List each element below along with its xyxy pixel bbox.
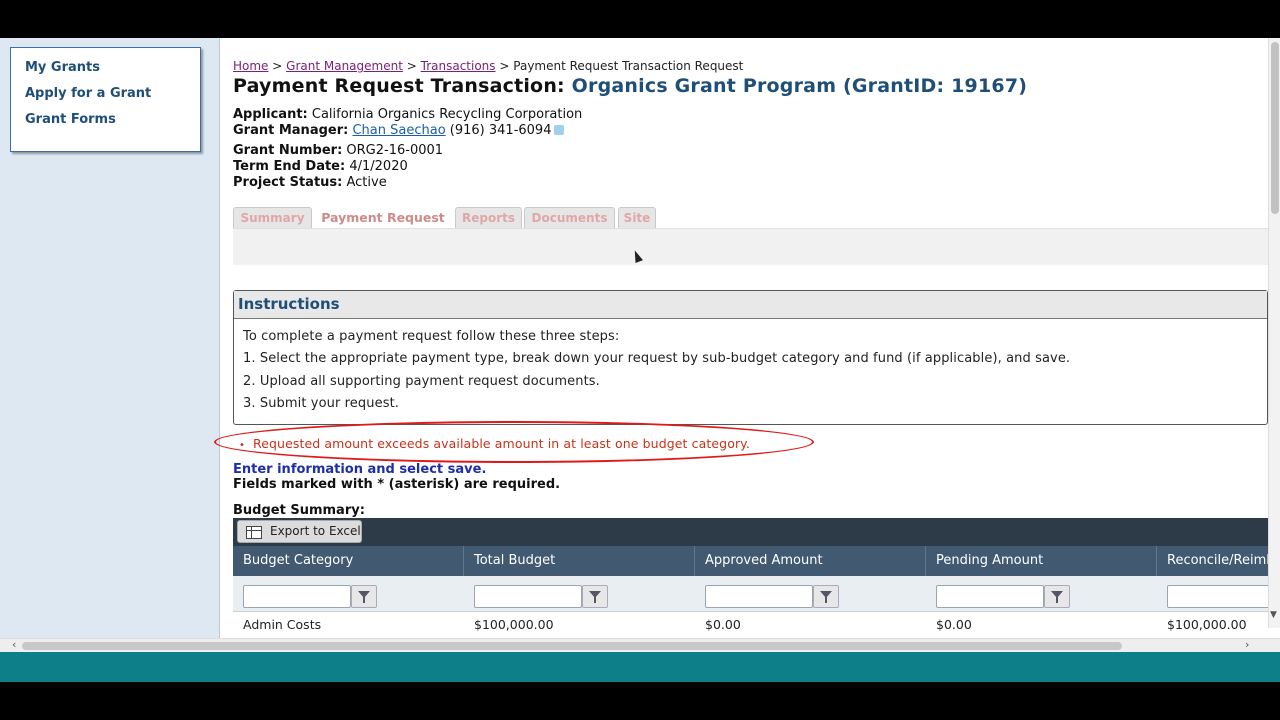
vertical-scroll-thumb[interactable] [1271,42,1279,214]
filter-button-pending-amount[interactable] [1044,585,1070,608]
page-title-prefix: Payment Request Transaction: [233,75,565,97]
grant-number-value: ORG2-16-0001 [346,143,444,158]
project-status-label: Project Status: [233,175,343,190]
spreadsheet-icon [246,526,262,539]
instructions-intro: To complete a payment request follow the… [243,329,620,344]
table-row[interactable]: Admin Costs $100,000.00 $0.00 $0.00 $100… [233,612,1268,638]
breadcrumb-separator: > [406,59,417,73]
filter-icon [358,591,370,603]
budget-summary-grid: Export to Excel Budget Category Total Bu… [233,518,1268,638]
horizontal-scroll-thumb[interactable] [22,642,1122,650]
budget-summary-label: Budget Summary: [233,503,365,518]
column-header-reconcile[interactable]: Reconcile/Reimb [1157,546,1268,576]
grant-manager-label: Grant Manager: [233,123,349,138]
scroll-left-arrow-icon[interactable]: ‹ [12,638,16,651]
vertical-scrollbar[interactable]: ▼ [1268,38,1280,628]
grant-manager-phone: (916) 341-6094 [449,123,552,138]
column-header-total-budget[interactable]: Total Budget [464,546,695,576]
project-status-value: Active [346,175,387,190]
filter-input-reconcile[interactable] [1167,585,1268,608]
required-fields-note: Fields marked with * (asterisk) are requ… [233,477,561,492]
breadcrumb-grant-management-link[interactable]: Grant Management [286,59,403,73]
instructions-heading: Instructions [234,291,1267,319]
enter-info-text: Enter information and select save. [233,462,487,477]
breadcrumb-transactions-link[interactable]: Transactions [421,59,496,73]
scroll-down-arrow-icon[interactable]: ▼ [1270,610,1277,620]
grant-manager-row: Grant Manager: Chan Saechao (916) 341-60… [233,123,565,138]
side-menu: My Grants Apply for a Grant Grant Forms [10,47,201,152]
filter-input-budget-category[interactable] [243,585,351,608]
filter-button-budget-category[interactable] [351,585,377,608]
filter-button-total-budget[interactable] [582,585,608,608]
main-content: Home > Grant Management > Transactions >… [214,38,1268,638]
filter-icon [820,591,832,603]
instructions-step-3: 3. Submit your request. [243,396,399,411]
sidebar-item-grant-forms[interactable]: Grant Forms [25,110,200,136]
breadcrumb-home-link[interactable]: Home [233,59,268,73]
column-header-budget-category[interactable]: Budget Category [233,546,464,576]
browser-viewport: My Grants Apply for a Grant Grant Forms … [0,38,1280,682]
cell-budget-category: Admin Costs [243,617,322,632]
applicant-value: California Organics Recycling Corporatio… [311,107,583,122]
breadcrumb-separator: > [272,59,283,73]
filter-input-pending-amount[interactable] [936,585,1044,608]
column-header-pending-amount[interactable]: Pending Amount [926,546,1157,576]
term-end-row: Term End Date: 4/1/2020 [233,159,408,174]
export-to-excel-button[interactable]: Export to Excel [237,520,362,543]
program-name: Organics Grant Program (GrantID: 19167) [571,75,1028,97]
column-header-approved-amount[interactable]: Approved Amount [695,546,926,576]
grant-number-row: Grant Number: ORG2-16-0001 [233,143,443,158]
filter-icon [1051,591,1063,603]
instructions-panel: Instructions To complete a payment reque… [233,290,1268,425]
applicant-row: Applicant: California Organics Recycling… [233,107,582,122]
cell-total-budget: $100,000.00 [474,617,554,632]
cell-reconcile: $100,000.00 [1167,617,1247,632]
sidebar-item-my-grants[interactable]: My Grants [25,58,200,84]
term-end-value: 4/1/2020 [349,159,408,174]
page-title: Payment Request Transaction: Organics Gr… [233,75,1027,97]
horizontal-scrollbar[interactable]: ‹ › [0,638,1280,652]
grid-filter-row [233,576,1268,612]
breadcrumb: Home > Grant Management > Transactions >… [233,59,743,73]
tab-payment-request[interactable]: Payment Request [314,207,452,229]
export-label: Export to Excel [270,524,361,538]
grant-manager-link[interactable]: Chan Saechao [352,123,445,138]
grid-toolbar: Export to Excel [233,518,1268,546]
instructions-step-1: 1. Select the appropriate payment type, … [243,351,1071,366]
applicant-label: Applicant: [233,107,308,122]
cell-approved-amount: $0.00 [705,617,741,632]
validation-error: • Requested amount exceeds available amou… [239,436,750,451]
term-end-label: Term End Date: [233,159,346,174]
error-bullet: • [239,440,245,451]
project-status-row: Project Status: Active [233,175,387,190]
scroll-right-arrow-icon[interactable]: › [1245,638,1249,651]
phone-icon[interactable] [554,125,565,135]
taskbar [0,652,1280,682]
filter-icon [589,591,601,603]
filter-button-approved-amount[interactable] [813,585,839,608]
sidebar-item-apply-for-grant[interactable]: Apply for a Grant [25,84,200,110]
page-content: My Grants Apply for a Grant Grant Forms … [0,38,1280,638]
tab-panel [233,228,1268,265]
tab-documents[interactable]: Documents [524,207,615,229]
instructions-step-2: 2. Upload all supporting payment request… [243,374,600,389]
breadcrumb-separator: > [499,59,510,73]
grant-number-label: Grant Number: [233,143,343,158]
tab-reports[interactable]: Reports [455,207,522,229]
left-column: My Grants Apply for a Grant Grant Forms [0,38,220,638]
filter-input-approved-amount[interactable] [705,585,813,608]
cell-pending-amount: $0.00 [936,617,972,632]
tab-site[interactable]: Site [618,207,656,229]
error-message: Requested amount exceeds available amoun… [253,436,750,451]
breadcrumb-current: Payment Request Transaction Request [513,59,744,73]
tab-summary[interactable]: Summary [233,207,312,229]
grid-header-row: Budget Category Total Budget Approved Am… [233,546,1268,576]
filter-input-total-budget[interactable] [474,585,582,608]
